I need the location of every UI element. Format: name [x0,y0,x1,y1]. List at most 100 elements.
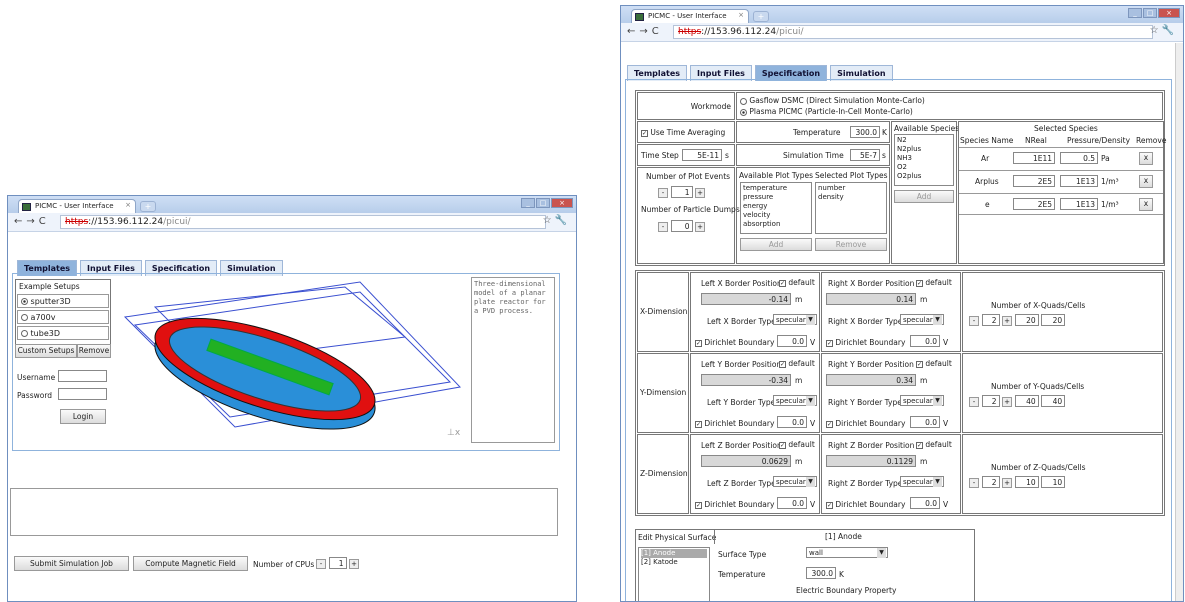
default-checkbox[interactable]: ✓ default [916,440,952,449]
left-border-type-select[interactable]: specular [773,314,817,325]
default-checkbox[interactable]: ✓ default [916,359,952,368]
workmode-option-gasflow[interactable]: Gasflow DSMC (Direct Simulation Monte-Ca… [740,96,925,105]
remove-species-button[interactable]: x [1139,198,1153,211]
decrement-button[interactable]: - [658,188,668,198]
url-field[interactable]: https://153.96.112.24/picui/ [60,215,546,229]
default-checkbox[interactable]: ✓ default [779,359,815,368]
plot-events-field[interactable]: 1 [670,186,693,198]
checkbox-icon[interactable]: ✓ [916,441,923,449]
setup-option[interactable]: tube3D [17,326,109,340]
time-step-field[interactable]: 5E-11 [682,149,722,161]
cpus-field[interactable]: 1 [328,557,347,569]
browser-tab[interactable]: PICMC - User Interface × [631,9,749,23]
sim-time-field[interactable]: 5E-7 [850,149,880,161]
dirichlet-value-field[interactable]: 0.0 [910,416,940,428]
checkbox-icon[interactable]: ✓ [779,441,786,449]
right-border-field[interactable]: 0.34 [826,374,916,386]
available-species-list[interactable]: N2 N2plus NH3 O2 O2plus [894,134,954,186]
default-checkbox[interactable]: ✓ default [779,278,815,287]
list-item[interactable]: N2plus [897,145,951,154]
username-field[interactable] [58,370,107,382]
dirichlet-checkbox[interactable]: ✓ Dirichlet Boundary [826,338,905,347]
list-item[interactable]: temperature [743,184,809,193]
cells-field[interactable]: 10 [1041,476,1066,488]
right-border-type-select[interactable]: specular [900,395,944,406]
list-item[interactable]: O2 [897,163,951,172]
left-border-field[interactable]: 0.0629 [701,455,791,467]
maximize-icon[interactable]: □ [1143,8,1157,18]
list-item[interactable]: density [818,193,884,202]
increment-button[interactable]: + [349,559,360,569]
maximize-icon[interactable]: □ [536,198,550,208]
pressure-density-field[interactable]: 1E13 [1060,198,1098,210]
increment-button[interactable]: + [1002,316,1013,326]
new-tab-button[interactable]: + [140,201,156,212]
workmode-option-plasma[interactable]: Plasma PICMC (Particle-In-Cell Monte-Car… [740,107,913,116]
list-item[interactable]: absorption [743,220,809,229]
close-tab-icon[interactable]: × [738,11,744,19]
increment-button[interactable]: + [1002,478,1013,488]
left-border-field[interactable]: -0.34 [701,374,791,386]
close-tab-icon[interactable]: × [125,201,131,209]
nreal-field[interactable]: 1E11 [1013,152,1055,164]
checkbox-icon[interactable]: ✓ [916,279,923,287]
nreal-field[interactable]: 2E5 [1013,175,1055,187]
submit-simulation-button[interactable]: Submit Simulation Job [14,556,129,571]
dirichlet-value-field[interactable]: 0.0 [777,335,807,347]
close-window-icon[interactable]: × [551,198,573,208]
available-plot-types-list[interactable]: temperature pressure energy velocity absorpt… [740,182,812,234]
checkbox-icon[interactable]: ✓ [779,279,786,287]
remove-species-button[interactable]: x [1139,175,1153,188]
custom-setups-button[interactable]: Custom Setups [15,344,77,358]
surface-type-select[interactable]: wall [806,547,888,558]
pressure-density-field[interactable]: 0.5 [1060,152,1098,164]
radio-icon[interactable] [21,298,28,305]
dirichlet-value-field[interactable]: 0.0 [777,416,807,428]
list-item[interactable]: number [818,184,884,193]
increment-button[interactable]: + [695,222,706,232]
radio-icon[interactable] [740,97,747,105]
cells-field[interactable]: 20 [1014,314,1039,326]
login-button[interactable]: Login [60,409,106,424]
pressure-density-field[interactable]: 1E13 [1060,175,1098,187]
description-textarea[interactable]: Three-dimensional model of a planar plat… [471,277,555,443]
decrement-button[interactable]: - [316,559,326,569]
checkbox-icon[interactable]: ✓ [826,501,833,509]
dirichlet-checkbox[interactable]: ✓ Dirichlet Boundary [695,419,774,428]
right-border-field[interactable]: 0.14 [826,293,916,305]
nav-buttons[interactable]: ←→C [14,216,50,227]
list-item[interactable]: [2] Katode [641,558,707,567]
left-border-type-select[interactable]: specular [773,395,817,406]
page-scrollbar[interactable] [1175,43,1183,601]
setup-option[interactable]: sputter3D [17,294,109,308]
add-species-button[interactable]: Add [894,190,954,203]
radio-icon[interactable] [740,108,747,116]
dirichlet-checkbox[interactable]: ✓ Dirichlet Boundary [695,500,774,509]
remove-button[interactable]: Remove [77,344,111,358]
new-tab-button[interactable]: + [753,11,769,22]
add-plot-type-button[interactable]: Add [740,238,812,251]
list-item[interactable]: pressure [743,193,809,202]
checkbox-icon[interactable]: ✓ [695,339,702,347]
right-border-field[interactable]: 0.1129 [826,455,916,467]
right-border-type-select[interactable]: specular [900,476,944,487]
surface-temp-field[interactable]: 300.0 [806,567,836,579]
left-border-field[interactable]: -0.14 [701,293,791,305]
browser-tab[interactable]: PICMC - User Interface × [18,199,136,213]
url-field[interactable]: https://153.96.112.24/picui/ [673,25,1153,39]
checkbox-icon[interactable]: ✓ [695,420,702,428]
dirichlet-checkbox[interactable]: ✓ Dirichlet Boundary [826,419,905,428]
minimize-icon[interactable]: _ [521,198,535,208]
quads-field[interactable]: 2 [981,314,1000,326]
default-checkbox[interactable]: ✓ default [916,278,952,287]
cells-field[interactable]: 20 [1041,314,1066,326]
particle-dumps-field[interactable]: 0 [670,220,693,232]
increment-button[interactable]: + [695,188,706,198]
list-item[interactable]: NH3 [897,154,951,163]
3d-viewport[interactable]: ⊥x [115,277,465,449]
cells-field[interactable]: 10 [1014,476,1039,488]
remove-plot-type-button[interactable]: Remove [815,238,887,251]
dirichlet-value-field[interactable]: 0.0 [777,497,807,509]
checkbox-icon[interactable]: ✓ [826,420,833,428]
list-item[interactable]: O2plus [897,172,951,181]
